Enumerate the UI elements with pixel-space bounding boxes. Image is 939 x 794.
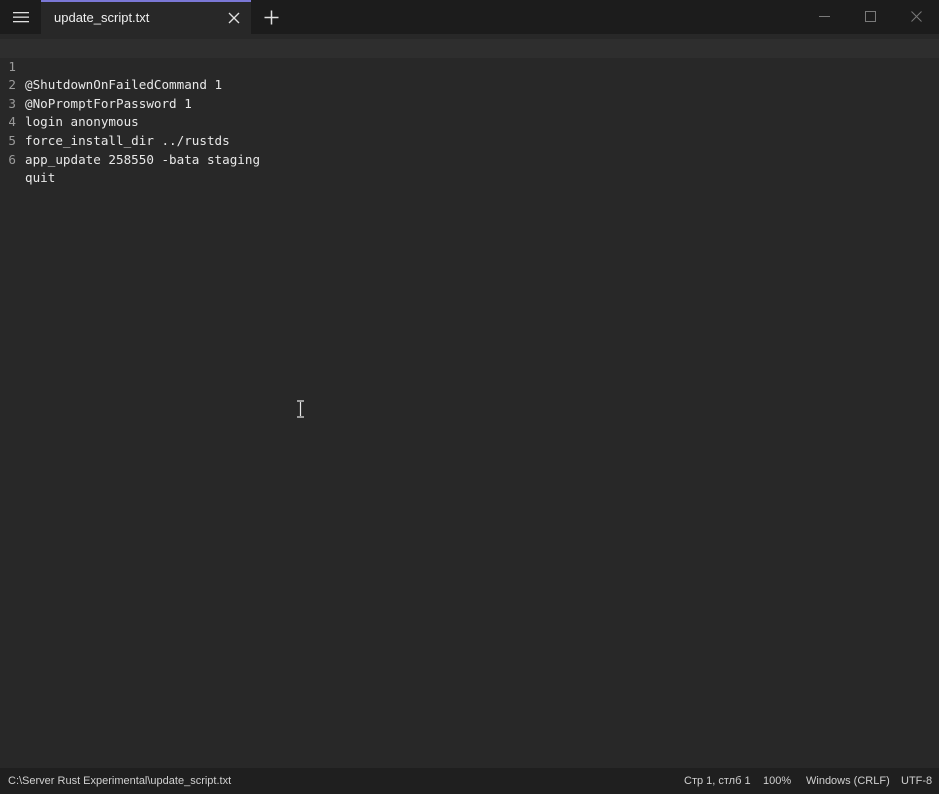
notepad-window: update_script.txt 1 @ShutdownOnFailedCom… <box>0 0 939 794</box>
text-cursor-icon <box>297 400 304 418</box>
file-path: C:\Server Rust Experimental\update_scrip… <box>8 775 232 787</box>
editor-line[interactable]: 4 force_install_dir ../rustds <box>0 95 939 148</box>
maximize-icon <box>864 10 876 22</box>
cursor-position[interactable]: Стр 1, стлб 1 <box>684 775 751 787</box>
line-number: 6 <box>8 151 16 167</box>
status-bar: C:\Server Rust Experimental\update_scrip… <box>0 768 939 794</box>
maximize-button[interactable] <box>847 0 893 32</box>
close-icon <box>228 12 240 24</box>
text-editor[interactable]: 1 @ShutdownOnFailedCommand 1 2 @NoPrompt… <box>0 34 939 768</box>
tab-update-script[interactable]: update_script.txt <box>41 0 251 34</box>
editor-line[interactable]: 1 @ShutdownOnFailedCommand 1 <box>0 39 939 92</box>
tab-title: update_script.txt <box>54 10 150 25</box>
line-ending[interactable]: Windows (CRLF) <box>806 775 890 787</box>
line-text: quit <box>25 170 56 186</box>
hamburger-menu-icon <box>13 12 29 23</box>
title-bar: update_script.txt <box>0 0 939 34</box>
plus-icon <box>264 10 278 24</box>
minimize-button[interactable] <box>801 0 847 32</box>
encoding[interactable]: UTF-8 <box>901 775 932 787</box>
menu-button[interactable] <box>4 4 38 30</box>
new-tab-button[interactable] <box>259 5 283 29</box>
tab-close-button[interactable] <box>224 8 244 28</box>
editor-line[interactable]: 3 login anonymous <box>0 76 939 130</box>
editor-lines: 1 @ShutdownOnFailedCommand 1 2 @NoPrompt… <box>0 39 939 186</box>
editor-line[interactable]: 6 quit <box>0 132 939 186</box>
close-icon <box>910 10 922 22</box>
minimize-icon <box>818 15 830 17</box>
editor-line[interactable]: 2 @NoPromptForPassword 1 <box>0 58 939 111</box>
zoom-level[interactable]: 100% <box>763 775 791 787</box>
editor-line[interactable]: 5 app_update 258550 -bata staging <box>0 113 939 167</box>
close-window-button[interactable] <box>893 0 939 32</box>
